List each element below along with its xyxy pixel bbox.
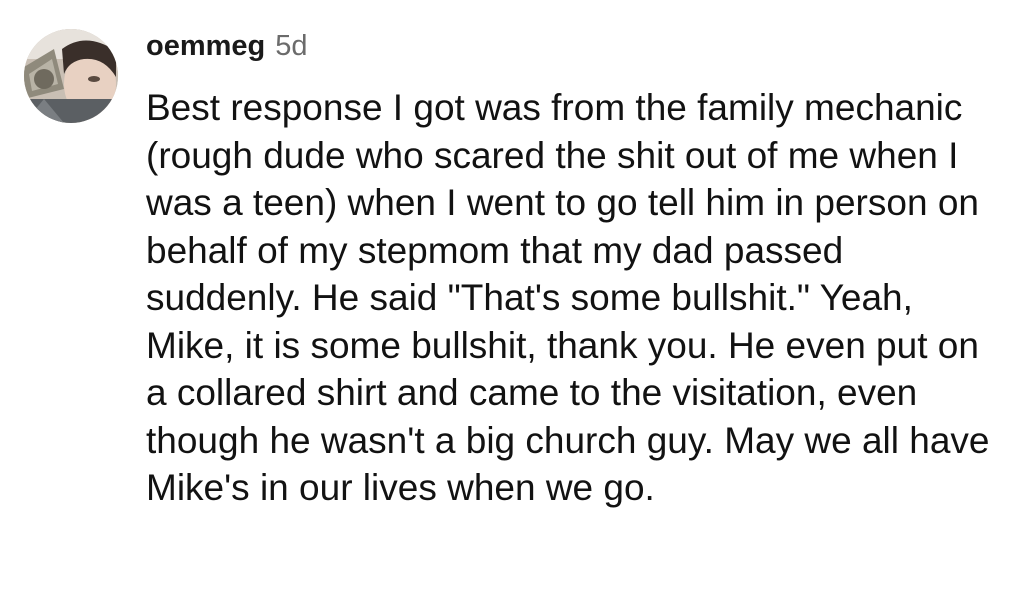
comment: oemmeg 5d Best response I got was from t… [0,0,1013,614]
comment-text: Best response I got was from the family … [146,87,990,508]
username[interactable]: oemmeg [146,30,265,63]
avatar-photo-icon [24,29,118,123]
comment-age: 5d [275,30,308,62]
user-avatar[interactable] [24,29,118,123]
comment-header: oemmeg 5d [146,30,308,63]
